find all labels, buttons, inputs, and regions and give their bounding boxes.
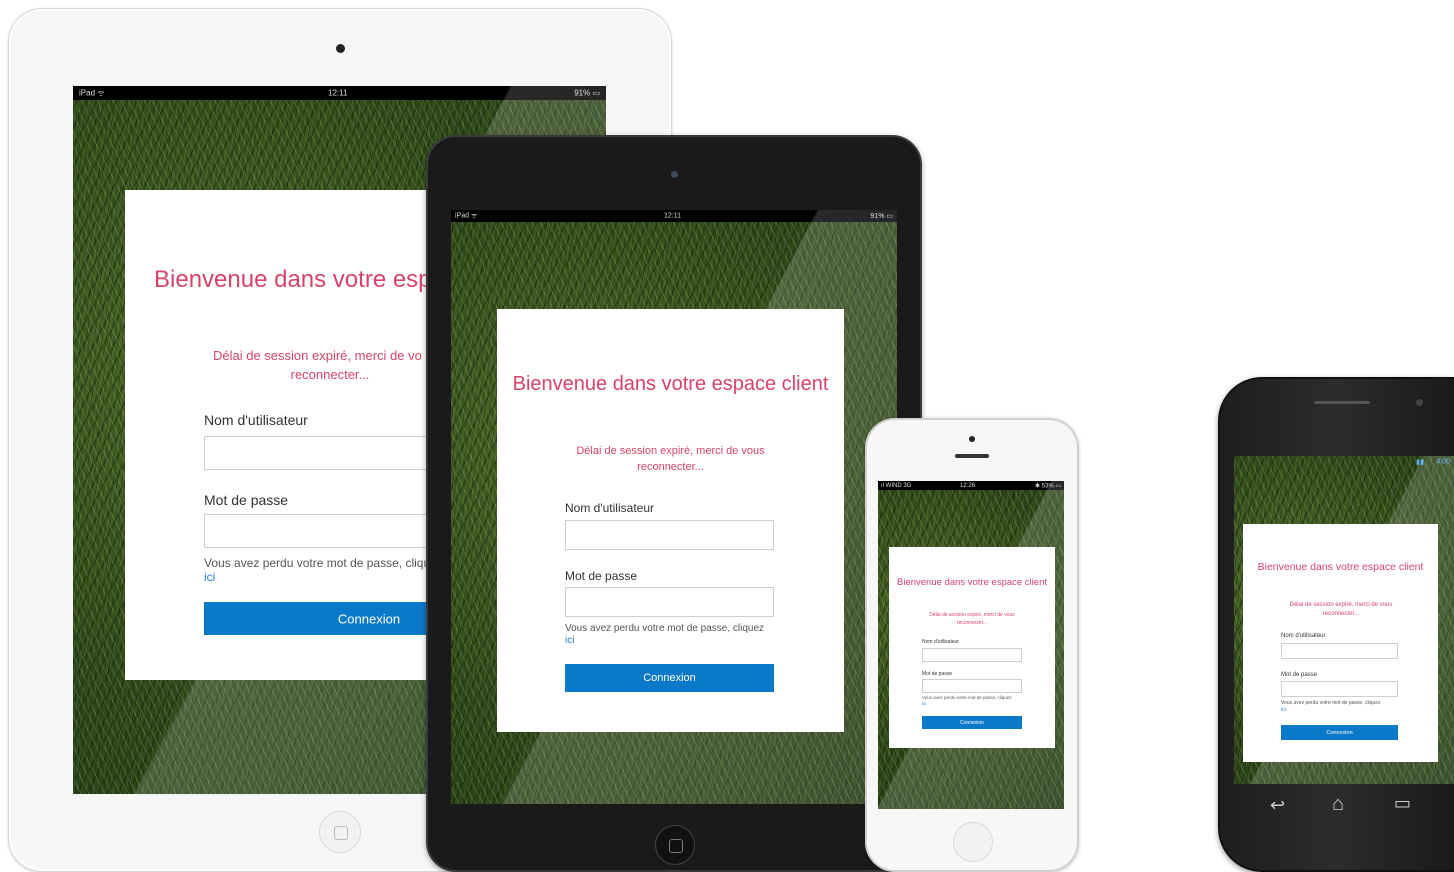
username-label: Nom d'utilisateur <box>565 501 654 515</box>
ipad-battery: 91% ▭ <box>574 88 600 98</box>
username-label: Nom d'utilisateur <box>922 639 960 645</box>
login-button-label: Connexion <box>1326 729 1353 736</box>
session-message: Délai de session expiré, merci de vous r… <box>576 445 765 473</box>
forgot-password-link[interactable]: ici <box>565 635 774 647</box>
forgot-password-text: Vous avez perdu votre mot de passe, cliq… <box>565 623 774 647</box>
ipad-mini-battery: 91% ▭ <box>870 213 893 220</box>
page-title: Bienvenue dans votre espace client <box>512 373 829 395</box>
login-button-label: Connexion <box>643 672 696 684</box>
iphone-time: 12:26 <box>960 482 976 489</box>
iphone-screen: ıl WIND 3G 12:26 ✱ 53% ▭ Bienvenue dans … <box>878 481 1064 809</box>
android-nav-bar: ↩ ⌂ ▭ <box>1238 785 1454 835</box>
login-button[interactable]: Connexion <box>922 716 1022 729</box>
ipad-home-button[interactable] <box>319 811 361 853</box>
login-button-label: Connexion <box>960 719 984 726</box>
ipad-mini-screen: iPad ᯤ 12:11 91% ▭ Bienvenue dans votre … <box>451 210 897 804</box>
page-title: Bienvenue dans votre espace client <box>897 577 1047 588</box>
iphone-speaker <box>955 454 989 458</box>
forgot-password-link[interactable]: ici <box>922 701 1022 707</box>
username-input[interactable] <box>1281 643 1398 659</box>
ipad-mini-time: 12:11 <box>664 212 681 220</box>
android-camera <box>1416 399 1423 406</box>
username-input[interactable] <box>922 648 1022 662</box>
ipad-camera <box>336 44 345 53</box>
username-label: Nom d'utilisateur <box>1281 633 1326 639</box>
password-input[interactable] <box>565 587 774 617</box>
android-back-icon[interactable]: ↩ <box>1270 795 1285 816</box>
iphone-carrier: ıl WIND 3G <box>881 482 912 489</box>
username-label: Nom d'utilisateur <box>204 412 308 428</box>
ipad-mini-camera <box>671 171 678 178</box>
password-label: Mot de passe <box>204 492 289 508</box>
android-screen: ▮▮ 4:00 Bienvenue dans votre espace clie… <box>1234 456 1454 784</box>
password-input[interactable] <box>922 679 1022 693</box>
iphone-battery: ✱ 53% ▭ <box>1034 483 1061 489</box>
android-recent-icon[interactable]: ▭ <box>1394 793 1411 814</box>
password-label: Mot de passe <box>922 671 953 677</box>
ipad-carrier: iPad ᯤ <box>79 88 105 98</box>
forgot-password-text: Vous avez perdu votre mot de passe, cliq… <box>922 695 1022 707</box>
forgot-password-sentence: Vous avez perdu votre mot de passe, cliq… <box>204 556 437 570</box>
forgot-password-text: Vous avez perdu votre mot de passe, cliq… <box>1281 700 1398 714</box>
ipad-mini-login-card: Bienvenue dans votre espace client Délai… <box>497 309 844 732</box>
iphone-camera <box>969 436 975 442</box>
android-status-bar: ▮▮ 4:00 <box>1234 456 1454 468</box>
ipad-mini-home-button[interactable] <box>655 825 695 865</box>
password-input[interactable] <box>1281 681 1398 697</box>
ipad-time: 12:11 <box>328 88 348 98</box>
forgot-password-link[interactable]: ici <box>1281 707 1398 714</box>
forgot-password-sentence: Vous avez perdu votre mot de passe, cliq… <box>565 623 765 634</box>
iphone-status-bar: ıl WIND 3G 12:26 ✱ 53% ▭ <box>878 481 1064 490</box>
ipad-mini-carrier: iPad ᯤ <box>455 212 478 220</box>
login-button[interactable]: Connexion <box>1281 725 1398 740</box>
iphone-home-button[interactable] <box>953 822 993 862</box>
android-speaker <box>1314 401 1370 404</box>
android-signal-icon: ▮▮ <box>1416 459 1424 466</box>
session-message: Délai de session expiré, merci de vous r… <box>1289 602 1393 617</box>
username-input[interactable] <box>565 520 774 550</box>
session-message: Délai de session expiré, merci de vous r… <box>929 612 1015 626</box>
page-title: Bienvenue dans votre espace client <box>1257 561 1424 573</box>
login-button[interactable]: Connexion <box>565 664 774 692</box>
password-label: Mot de passe <box>565 569 638 583</box>
page-title: Bienvenue dans votre espac <box>154 266 457 293</box>
ipad-mini-status-bar: iPad ᯤ 12:11 91% ▭ <box>451 210 897 222</box>
android-login-card: Bienvenue dans votre espace client Délai… <box>1243 524 1438 762</box>
ipad-status-bar: iPad ᯤ 12:11 91% ▭ <box>73 86 606 100</box>
forgot-password-sentence: Vous avez perdu votre mot de passe, cliq… <box>1281 700 1381 706</box>
android-home-icon[interactable]: ⌂ <box>1332 793 1344 816</box>
android-time: 4:00 <box>1436 458 1450 466</box>
password-label: Mot de passe <box>1281 672 1318 678</box>
iphone-login-card: Bienvenue dans votre espace client Délai… <box>889 547 1055 748</box>
forgot-password-sentence: Vous avez perdu votre mot de passe, cliq… <box>922 695 1012 700</box>
